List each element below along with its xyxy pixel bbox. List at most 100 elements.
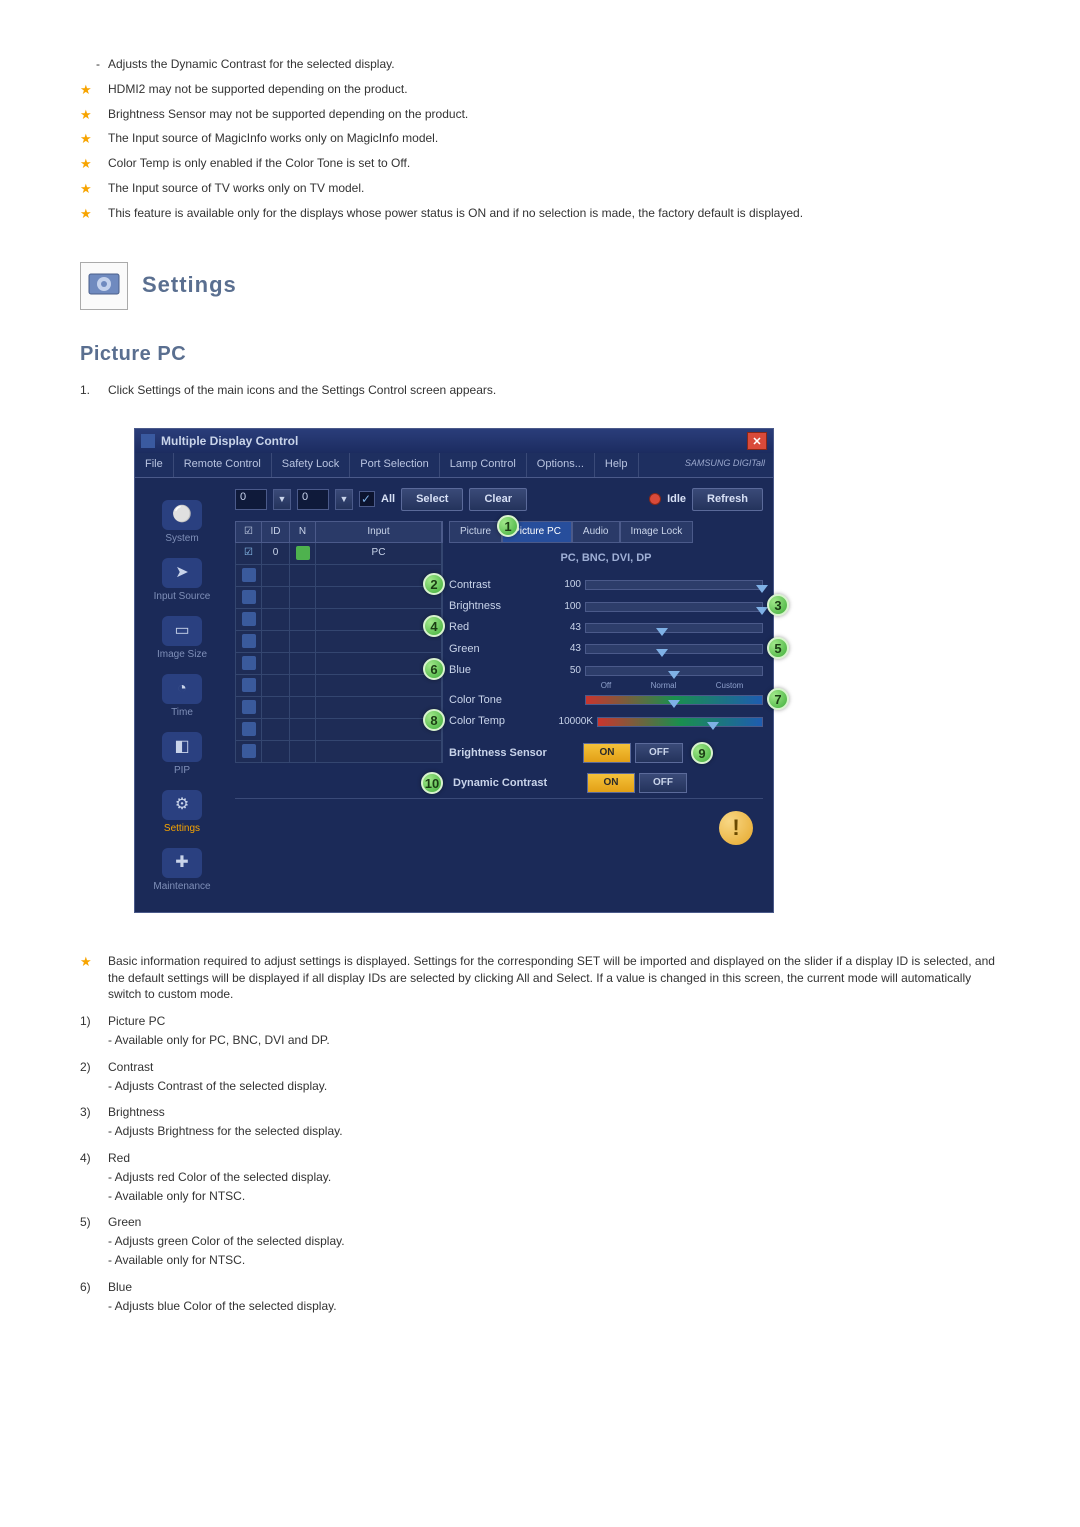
brightness-sensor-off[interactable]: OFF [635,743,683,763]
table-row[interactable] [235,631,443,653]
green-slider[interactable] [585,644,763,654]
menu-lamp-control[interactable]: Lamp Control [440,453,527,476]
green-value: 43 [547,642,581,656]
menu-options[interactable]: Options... [527,453,595,476]
sidebar-item-system[interactable]: ⚪System [135,492,229,550]
item-contrast: 2) Contrast Adjusts Contrast of the sele… [80,1059,1000,1095]
sidebar: ⚪System ➤Input Source ▭Image Size ◔Time … [135,478,229,912]
color-tone-slider[interactable] [585,695,763,705]
sidebar-item-time[interactable]: ◔Time [135,666,229,724]
id-to-dropdown[interactable]: ▼ [335,489,353,510]
menu-file[interactable]: File [135,453,174,476]
row-icon [242,656,256,670]
tab-image-lock[interactable]: Image Lock [620,521,694,543]
sidebar-item-settings[interactable]: ⚙Settings [135,782,229,840]
section-title: Settings [142,270,237,301]
panel-area: Picture Picture PC Audio Image Lock 1 PC… [449,521,763,798]
row-icon [242,612,256,626]
footer-row: ! [235,798,763,857]
row-checkbox[interactable] [236,543,262,564]
blue-slider[interactable] [585,666,763,676]
sidebar-item-input-source[interactable]: ➤Input Source [135,550,229,608]
app-window: Multiple Display Control ✕ File Remote C… [134,428,774,912]
clear-button[interactable]: Clear [469,488,527,511]
menu-port-selection[interactable]: Port Selection [350,453,439,476]
item-brightness: 3) Brightness Adjusts Brightness for the… [80,1104,1000,1140]
table-row[interactable] [235,719,443,741]
sidebar-item-maintenance[interactable]: ✚Maintenance [135,840,229,898]
dynamic-contrast-off[interactable]: OFF [639,773,687,793]
brightness-label: Brightness [449,599,543,614]
table-row[interactable] [235,587,443,609]
callout-7: 7 [767,688,789,710]
blue-row: 6 Blue 50 [449,660,763,681]
table-row[interactable] [235,741,443,763]
menu-help[interactable]: Help [595,453,639,476]
step-1-num: 1. [80,382,90,399]
brand-label: SAMSUNG DIGITall [677,453,773,476]
color-temp-value: 10000K [547,715,593,729]
note-magicinfo: The Input source of MagicInfo works only… [80,130,1000,147]
color-temp-label: Color Temp [449,714,543,729]
image-size-icon: ▭ [162,616,202,646]
contrast-row: 2 Contrast 100 [449,575,763,596]
contrast-slider[interactable] [585,580,763,590]
menu-remote-control[interactable]: Remote Control [174,453,272,476]
green-label: Green [449,642,543,657]
info-icon[interactable]: ! [719,811,753,845]
all-checkbox[interactable] [359,491,375,507]
item-picture-pc: 1) Picture PC Available only for PC, BNC… [80,1013,1000,1049]
callout-8: 8 [423,709,445,731]
table-row[interactable]: 0 PC [235,543,443,565]
red-value: 43 [547,621,581,635]
note-brightness-sensor: Brightness Sensor may not be supported d… [80,106,1000,123]
red-slider[interactable] [585,623,763,633]
table-row[interactable] [235,697,443,719]
tab-audio[interactable]: Audio [572,521,620,543]
green-row: Green 43 5 [449,639,763,660]
id-to-field[interactable]: 0 [297,489,329,510]
brightness-sensor-on[interactable]: ON [583,743,631,763]
select-button[interactable]: Select [401,488,463,511]
note-power-on: This feature is available only for the d… [80,205,1000,222]
dynamic-contrast-on[interactable]: ON [587,773,635,793]
tab-picture[interactable]: Picture [449,521,502,543]
table-row[interactable] [235,653,443,675]
menubar: File Remote Control Safety Lock Port Sel… [135,453,773,477]
brightness-sensor-label: Brightness Sensor [449,746,579,761]
refresh-button[interactable]: Refresh [692,488,763,511]
table-row[interactable] [235,675,443,697]
system-icon: ⚪ [162,500,202,530]
bottom-star-note: Basic information required to adjust set… [80,953,1000,1003]
all-label: All [381,492,395,507]
item-red: 4) Red Adjusts red Color of the selected… [80,1150,1000,1204]
idle-label: Idle [667,492,686,507]
app-body: ⚪System ➤Input Source ▭Image Size ◔Time … [135,478,773,912]
app-icon [141,434,155,448]
sidebar-item-image-size[interactable]: ▭Image Size [135,608,229,666]
id-from-dropdown[interactable]: ▼ [273,489,291,510]
id-from-field[interactable]: 0 [235,489,267,510]
menu-safety-lock[interactable]: Safety Lock [272,453,350,476]
status-icon [296,546,310,560]
sidebar-item-pip[interactable]: ◧PIP [135,724,229,782]
maintenance-icon: ✚ [162,848,202,878]
toolbar: 0 ▼ 0 ▼ All Select Clear Idle Refresh [235,488,763,511]
main-area: 0 ▼ 0 ▼ All Select Clear Idle Refresh ☑ … [229,478,773,912]
brightness-slider[interactable] [585,602,763,612]
callout-5: 5 [767,637,789,659]
dynamic-contrast-label: Dynamic Contrast [453,776,583,791]
th-checkbox: ☑ [236,522,262,542]
color-temp-slider[interactable] [597,717,763,727]
pip-icon: ◧ [162,732,202,762]
color-tone-label: Color Tone [449,693,543,708]
row-icon [242,722,256,736]
table-row[interactable] [235,565,443,587]
bottom-notes: Basic information required to adjust set… [80,953,1000,1315]
table-row[interactable] [235,609,443,631]
panel-note: PC, BNC, DVI, DP [449,547,763,574]
time-icon: ◔ [162,674,202,704]
section-header: Settings [80,262,1000,310]
th-input: Input [316,522,442,542]
close-button[interactable]: ✕ [747,432,767,450]
